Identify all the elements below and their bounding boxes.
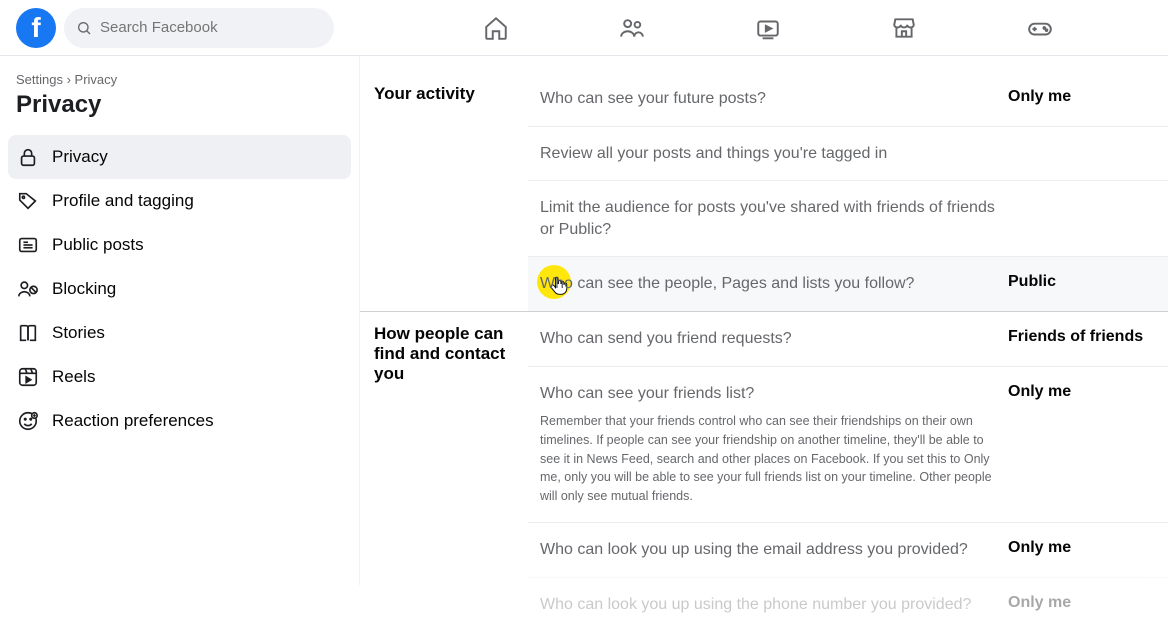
setting-row-lookup-email[interactable]: Who can look you up using the email addr… (528, 522, 1168, 577)
sidebar-item-public-posts[interactable]: Public posts (8, 223, 351, 267)
setting-label: Limit the audience for posts you've shar… (540, 197, 1008, 240)
setting-row-friends-list[interactable]: Who can see your friends list? Remember … (528, 366, 1168, 522)
setting-label: Who can see the people, Pages and lists … (540, 273, 1008, 295)
sidebar-item-label: Reaction preferences (52, 411, 214, 431)
sidebar-item-privacy[interactable]: Privacy (8, 135, 351, 179)
sidebar-item-profile-tagging[interactable]: Profile and tagging (8, 179, 351, 223)
smile-icon (16, 409, 40, 433)
nav-marketplace[interactable] (880, 4, 928, 52)
sidebar-item-label: Reels (52, 367, 95, 387)
setting-row-review-posts[interactable]: Review all your posts and things you're … (528, 126, 1168, 181)
sidebar-item-label: Public posts (52, 235, 144, 255)
lock-icon (16, 145, 40, 169)
sidebar-item-blocking[interactable]: Blocking (8, 267, 351, 311)
nav-friends[interactable] (608, 4, 656, 52)
section-your-activity: Your activity Who can see your future po… (360, 72, 1168, 312)
tag-icon (16, 189, 40, 213)
sidebar-item-stories[interactable]: Stories (8, 311, 351, 355)
setting-value: Only me (1008, 594, 1148, 612)
top-nav (384, 4, 1152, 52)
setting-label: Who can look you up using the phone numb… (540, 594, 1008, 616)
section-find-contact: How people can find and contact you Who … (360, 312, 1168, 631)
setting-label: Who can see your future posts? (540, 88, 1008, 110)
setting-value: Public (1008, 273, 1148, 291)
facebook-logo[interactable]: f (16, 8, 56, 48)
sidebar-item-label: Stories (52, 323, 105, 343)
setting-label: Review all your posts and things you're … (540, 143, 1008, 165)
setting-value: Only me (1008, 88, 1148, 106)
book-icon (16, 321, 40, 345)
setting-row-friend-requests[interactable]: Who can send you friend requests? Friend… (528, 312, 1168, 366)
setting-row-who-can-see-follow[interactable]: Who can see the people, Pages and lists … (528, 256, 1168, 311)
setting-label: Who can send you friend requests? (540, 328, 1008, 350)
page-title: Privacy (8, 87, 351, 135)
search-container[interactable] (64, 8, 334, 48)
setting-value: Friends of friends (1008, 328, 1148, 346)
section-title: How people can find and contact you (360, 312, 528, 631)
setting-value: Only me (1008, 383, 1148, 401)
left-panel: Settings › Privacy Privacy Privacy Profi… (0, 56, 360, 585)
top-bar: f (0, 0, 1168, 56)
setting-label: Who can see your friends list? Remember … (540, 383, 1008, 506)
main-content: Your activity Who can see your future po… (360, 56, 1168, 631)
nav-home[interactable] (472, 4, 520, 52)
newspaper-icon (16, 233, 40, 257)
setting-description: Remember that your friends control who c… (540, 412, 1000, 506)
setting-row-limit-audience[interactable]: Limit the audience for posts you've shar… (528, 180, 1168, 256)
setting-value: Only me (1008, 539, 1148, 557)
sidebar-item-label: Blocking (52, 279, 116, 299)
sidebar-item-reels[interactable]: Reels (8, 355, 351, 399)
sidebar-item-label: Privacy (52, 147, 108, 167)
block-icon (16, 277, 40, 301)
search-input[interactable] (100, 19, 322, 36)
section-title: Your activity (360, 72, 528, 311)
setting-label: Who can look you up using the email addr… (540, 539, 1008, 561)
reels-icon (16, 365, 40, 389)
setting-row-future-posts[interactable]: Who can see your future posts? Only me (528, 72, 1168, 126)
nav-gaming[interactable] (1016, 4, 1064, 52)
sidebar-item-label: Profile and tagging (52, 191, 194, 211)
search-icon (76, 20, 92, 36)
sidebar-item-reaction-preferences[interactable]: Reaction preferences (8, 399, 351, 443)
breadcrumb[interactable]: Settings › Privacy (8, 72, 351, 87)
nav-watch[interactable] (744, 4, 792, 52)
